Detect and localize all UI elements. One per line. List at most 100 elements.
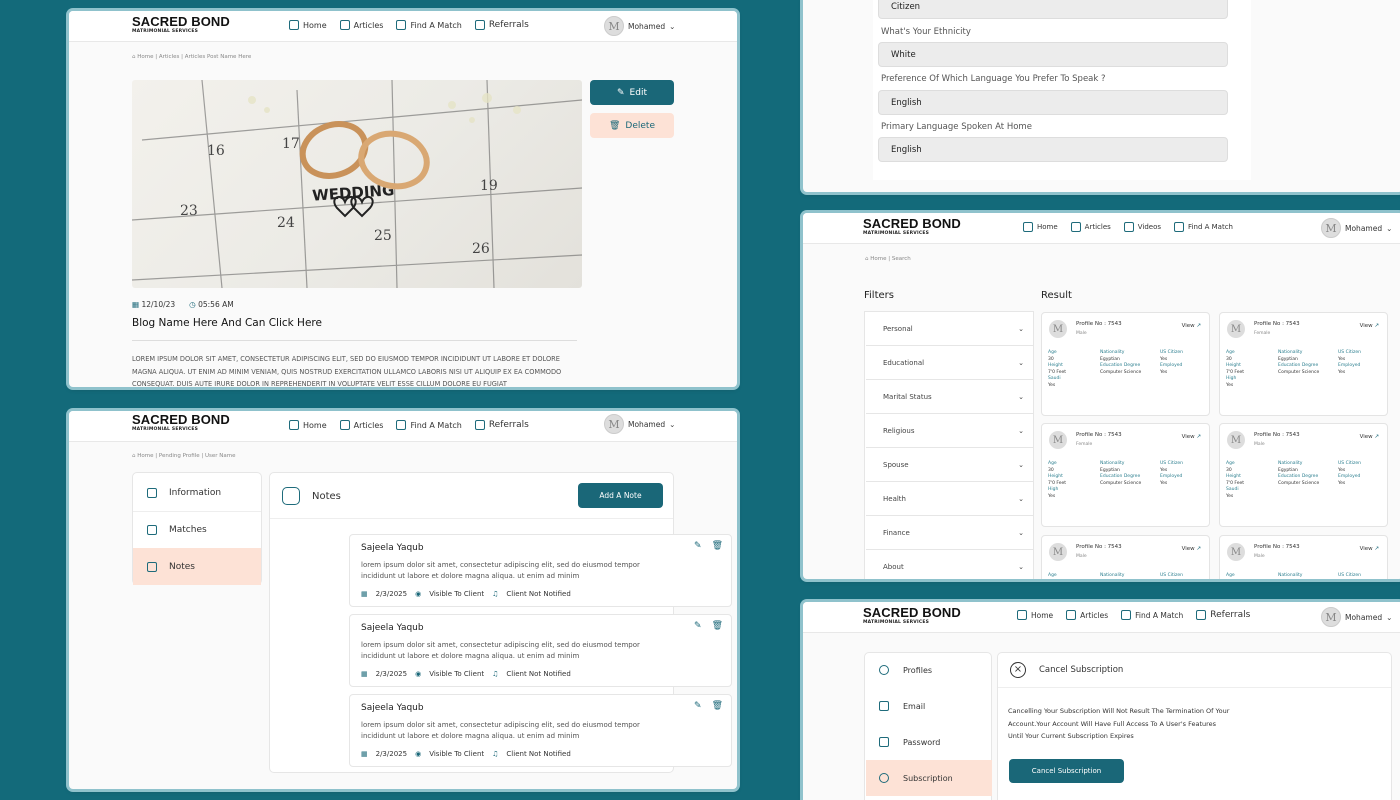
sidebar-item-password[interactable]: Password (866, 724, 992, 760)
sidebar-item-matches[interactable]: Matches (133, 511, 261, 548)
referral-icon (474, 20, 485, 30)
user-menu[interactable]: M Mohamed ⌄ (1321, 218, 1392, 238)
profile-gender: Male (1254, 442, 1265, 447)
add-note-button[interactable]: Add A Note (578, 483, 663, 508)
ethnicity-field[interactable]: White (878, 42, 1228, 67)
filter-marital[interactable]: Marital Status ⌄ (866, 380, 1034, 414)
nav-home[interactable]: Home (289, 20, 327, 30)
filter-health[interactable]: Health ⌄ (866, 482, 1034, 516)
profile-card[interactable]: M Profile No : 7543 Male View ↗ Age Nationali… (1219, 423, 1388, 527)
filter-finance[interactable]: Finance ⌄ (866, 516, 1034, 550)
view-link[interactable]: View ↗ (1182, 323, 1201, 329)
view-link[interactable]: View ↗ (1360, 546, 1379, 552)
note-text: lorem ipsum dolor sit amet, consectetur … (361, 561, 640, 580)
detail-cell (1278, 487, 1338, 493)
note-actions: ✎ 🗑 (694, 621, 723, 631)
edit-icon[interactable]: ✎ (694, 541, 702, 551)
sidebar-item-information[interactable]: Information (133, 474, 261, 511)
view-link[interactable]: View ↗ (1182, 434, 1201, 440)
home-language-field[interactable]: English (878, 137, 1228, 162)
filter-about[interactable]: About ⌄ (866, 550, 1034, 579)
close-circle-icon[interactable]: × (1010, 662, 1026, 678)
brand-name: SACRED BOND (132, 14, 230, 29)
cancel-subscription-button[interactable]: Cancel Subscription (1009, 759, 1124, 783)
detail-cell: Saudi (1048, 376, 1061, 381)
note-author: Sajeela Yaqub (361, 623, 424, 633)
nav-home[interactable]: Home (1023, 222, 1058, 232)
top-nav: SACRED BOND MATRIMONIAL SERVICES Home Art… (69, 411, 737, 442)
nav-referrals[interactable]: Referrals (474, 20, 529, 30)
nav-label: Find A Match (410, 420, 462, 430)
delete-button[interactable]: 🗑 Delete (590, 113, 674, 138)
filter-spouse[interactable]: Spouse ⌄ (866, 448, 1034, 482)
detail-cell: Yes (1226, 493, 1234, 499)
profile-card[interactable]: M Profile No : 7543 Female View ↗ Age Nationa… (1219, 312, 1388, 416)
nav-referrals[interactable]: Referrals (1196, 610, 1250, 620)
blog-panel: SACRED BOND MATRIMONIAL SERVICES Home Art… (69, 11, 737, 387)
blog-title[interactable]: Blog Name Here And Can Click Here (132, 317, 322, 329)
detail-cell: Education Degree (1100, 474, 1141, 479)
user-name: Mohamed (1345, 223, 1383, 233)
external-link-icon: ↗ (1196, 323, 1201, 329)
detail-cell: Computer Science (1100, 480, 1142, 486)
cal-number: 16 (207, 143, 225, 159)
nav-find-match[interactable]: Find A Match (1121, 610, 1183, 620)
edit-icon[interactable]: ✎ (694, 621, 702, 631)
nav-find-match[interactable]: Find A Match (396, 420, 462, 430)
user-menu[interactable]: M Mohamed ⌄ (604, 16, 675, 36)
nav-find-match[interactable]: Find A Match (396, 20, 462, 30)
nav-articles[interactable]: Articles (339, 20, 384, 30)
referral-icon (1196, 610, 1207, 620)
external-link-icon: ↗ (1374, 434, 1379, 440)
nav-articles[interactable]: Articles (1070, 222, 1111, 232)
nav-home[interactable]: Home (1017, 610, 1053, 620)
main-menu: Home Articles Videos Find A Match (1023, 222, 1233, 232)
logo[interactable]: SACRED BOND MATRIMONIAL SERVICES (132, 413, 242, 433)
edit-icon[interactable]: ✎ (694, 701, 702, 711)
nav-articles[interactable]: Articles (1066, 610, 1108, 620)
detail-cell: Yes (1338, 356, 1346, 362)
blog-date: 12/10/23 (141, 300, 176, 309)
user-menu[interactable]: M Mohamed ⌄ (604, 414, 675, 434)
trash-icon[interactable]: 🗑 (712, 621, 723, 631)
view-link[interactable]: View ↗ (1360, 434, 1379, 440)
profile-card[interactable]: M Profile No : 7543 Male View ↗ Age Nationali… (1219, 535, 1388, 579)
nav-label: Articles (353, 20, 384, 30)
detail-cell: Employed (1338, 474, 1361, 479)
filter-educational[interactable]: Educational ⌄ (866, 346, 1034, 380)
filter-religious[interactable]: Religious ⌄ (866, 414, 1034, 448)
profile-card[interactable]: M Profile No : 7543 Male View ↗ Age Nationali… (1041, 535, 1210, 579)
logo[interactable]: SACRED BOND MATRIMONIAL SERVICES (863, 217, 973, 237)
sidebar-item-subscription[interactable]: Subscription (866, 760, 992, 796)
language-pref-field[interactable]: English (878, 90, 1228, 115)
user-menu[interactable]: M Mohamed ⌄ (1321, 607, 1392, 627)
sidebar-item-profiles[interactable]: Profiles (866, 652, 992, 688)
detail-cell: US Citizen (1338, 461, 1361, 466)
nav-articles[interactable]: Articles (339, 420, 383, 430)
logo[interactable]: SACRED BOND MATRIMONIAL SERVICES (132, 14, 242, 35)
trash-icon[interactable]: 🗑 (712, 701, 723, 711)
logo[interactable]: SACRED BOND MATRIMONIAL SERVICES (863, 606, 973, 626)
profile-card[interactable]: M Profile No : 7543 Male View ↗ Age Nationali… (1041, 312, 1210, 416)
avatar: M (604, 16, 624, 36)
edit-button[interactable]: ✎ Edit (590, 80, 674, 105)
form-panel: Citizen What's Your Ethnicity White Pref… (803, 0, 1400, 192)
profile-card[interactable]: M Profile No : 7543 Female View ↗ Age Nationa… (1041, 423, 1210, 527)
nav-find-match[interactable]: Find A Match (1174, 222, 1233, 232)
detail-cell: Nationality (1100, 461, 1125, 466)
nav-videos[interactable]: Videos (1123, 222, 1161, 232)
citizen-field[interactable]: Citizen (878, 0, 1228, 19)
trash-icon[interactable]: 🗑 (712, 541, 723, 551)
sidebar-item-email[interactable]: Email (866, 688, 992, 724)
sidebar-item-notes[interactable]: Notes (133, 548, 261, 585)
user-name: Mohamed (628, 21, 666, 31)
detail-cell: Nationality (1100, 573, 1125, 578)
detail-cell: Yes (1338, 467, 1346, 473)
filter-personal[interactable]: Personal ⌄ (866, 312, 1034, 346)
nav-home[interactable]: Home (289, 420, 327, 430)
view-link[interactable]: View ↗ (1182, 546, 1201, 552)
view-link[interactable]: View ↗ (1360, 323, 1379, 329)
eye-icon: ◉ (415, 590, 422, 598)
nav-referrals[interactable]: Referrals (474, 420, 529, 430)
nav-label: Find A Match (1188, 223, 1233, 231)
